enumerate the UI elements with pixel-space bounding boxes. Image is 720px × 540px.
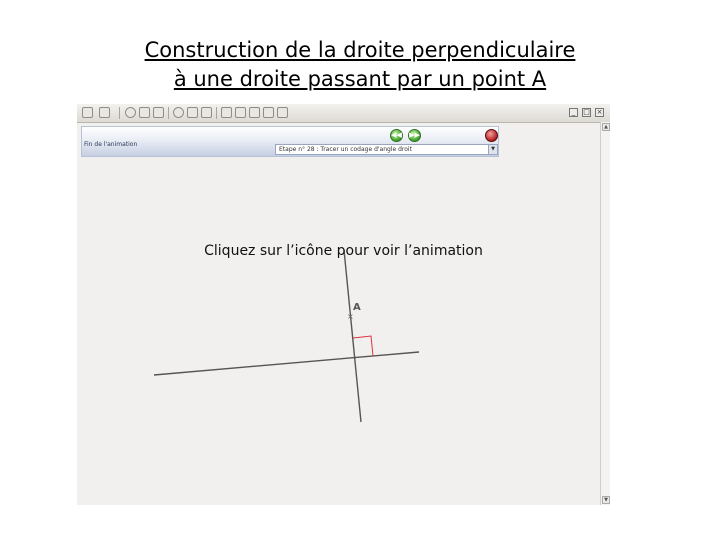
- instruction-text: Cliquez sur l’icône pour voir l’animatio…: [204, 243, 483, 259]
- slide-title-line-2: à une droite passant par un point A: [173, 67, 547, 91]
- slide-title-line-1: Construction de la droite perpendiculair…: [144, 38, 576, 62]
- perpendicular-line: [343, 249, 362, 423]
- geometry-drawing: × A: [153, 249, 420, 423]
- given-line: [153, 351, 420, 376]
- point-a-marker: ×: [347, 312, 354, 321]
- point-a-label: A: [353, 302, 361, 313]
- animation-player-window: _ □ × Fin de l'animation ◀◀ ▶▶ Etape n° …: [77, 104, 610, 505]
- right-angle-mark: [352, 335, 374, 357]
